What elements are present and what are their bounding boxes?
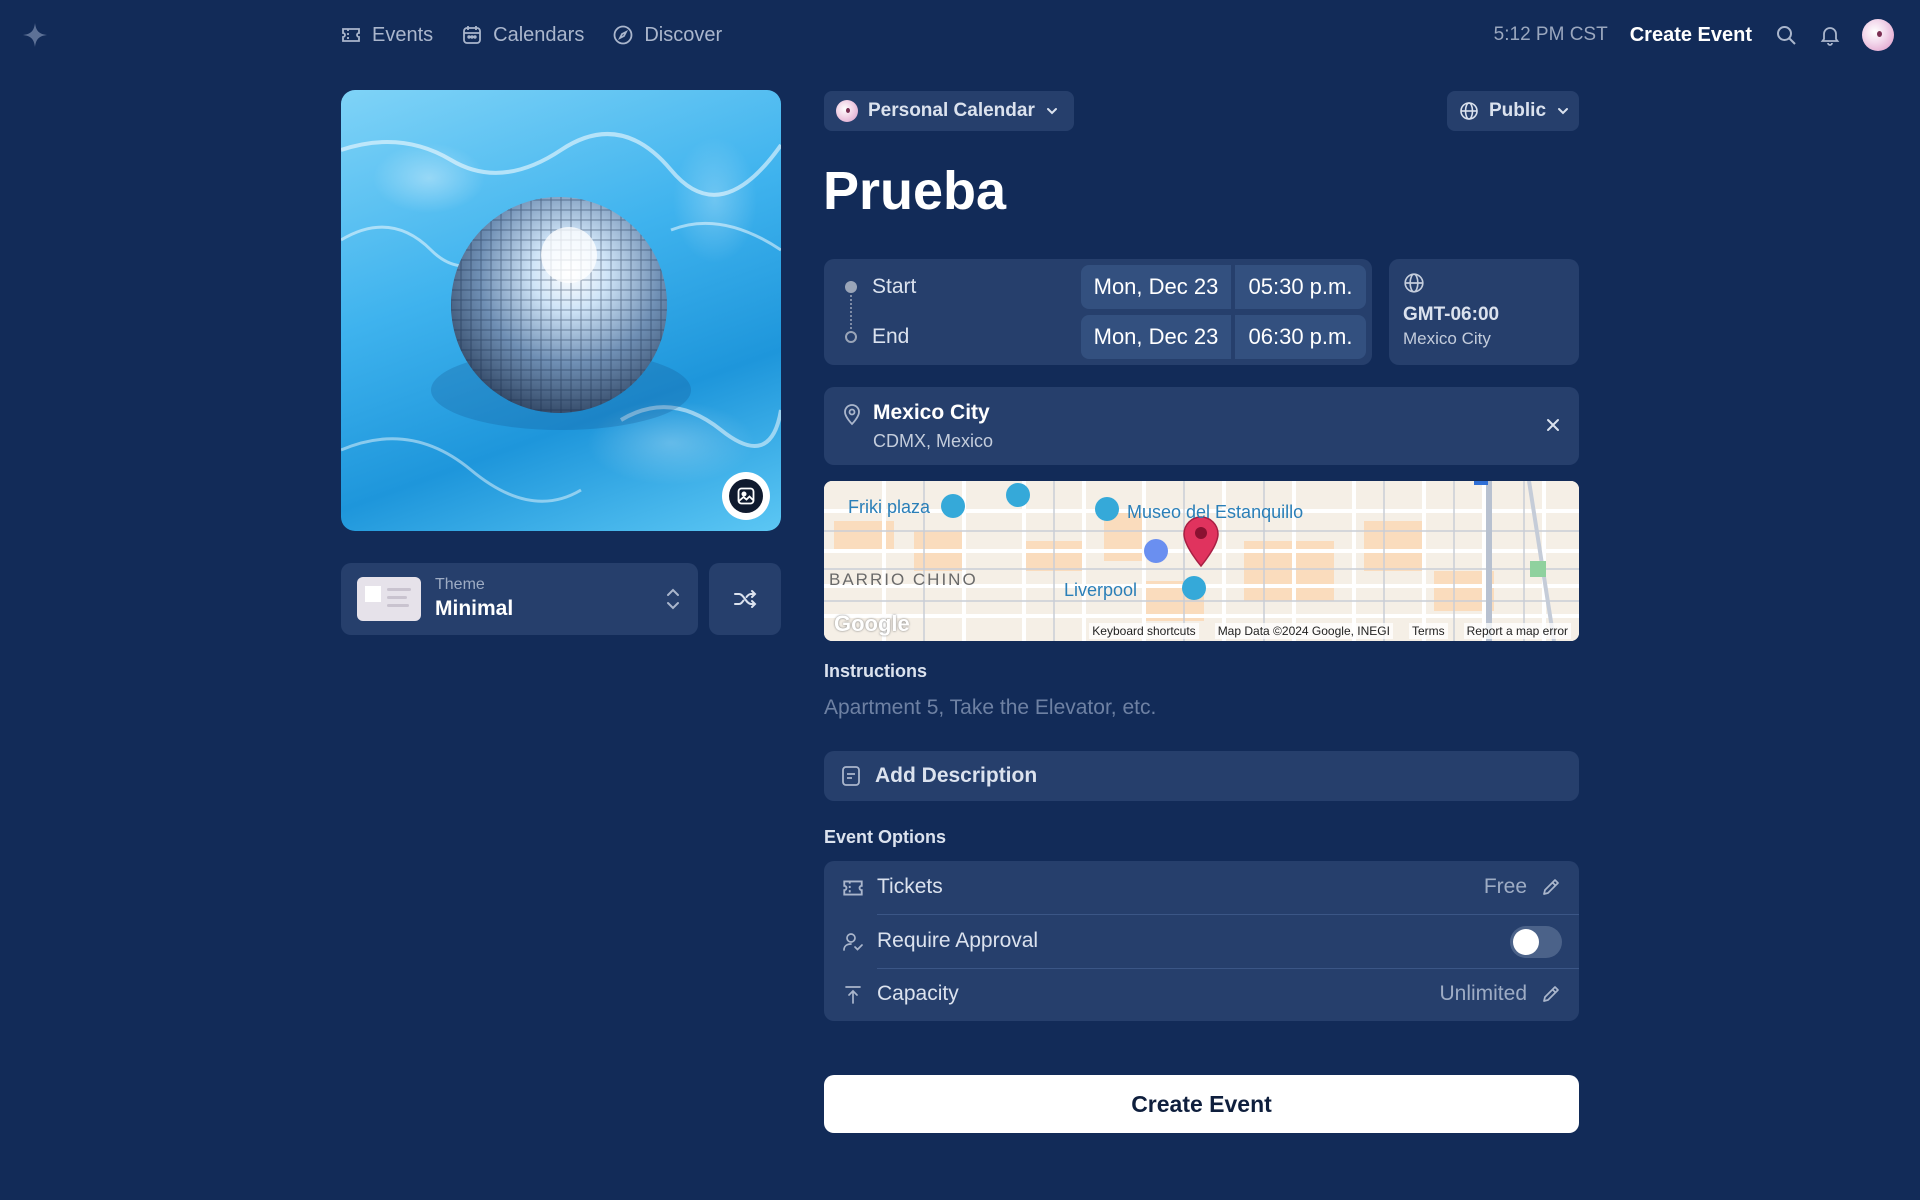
timezone-selector[interactable]: GMT-06:00 Mexico City — [1389, 259, 1579, 365]
instructions-label: Instructions — [824, 661, 928, 681]
event-title[interactable]: Prueba — [823, 160, 1006, 222]
instructions-input[interactable] — [824, 693, 1579, 723]
tickets-value: Free — [1483, 875, 1527, 898]
image-icon — [729, 479, 763, 513]
map-district-label: BARRIO CHINO — [829, 570, 978, 589]
calendar-avatar — [836, 100, 858, 122]
start-date-field[interactable]: Mon, Dec 23 — [1081, 265, 1231, 309]
map-data-attribution: Map Data ©2024 Google, INEGI — [1214, 623, 1393, 639]
top-bar: Events Calendars Discover 5:12 PM CST Cr… — [0, 0, 1920, 70]
user-avatar[interactable] — [1862, 19, 1894, 51]
chevron-down-icon — [1556, 104, 1570, 118]
create-event-button[interactable]: Create Event — [824, 1075, 1579, 1133]
tickets-option[interactable]: Tickets Free — [824, 861, 1579, 914]
map-keyboard-shortcuts-link[interactable]: Keyboard shortcuts — [1089, 623, 1199, 639]
event-options-panel: Tickets Free Require Approval Capacity U… — [824, 861, 1579, 1021]
search-icon[interactable] — [1774, 23, 1798, 47]
top-right-actions: 5:12 PM CST Create Event — [1494, 18, 1900, 52]
event-cover-image[interactable] — [341, 90, 781, 531]
add-description-label: Add Description — [875, 764, 1038, 787]
start-time-field[interactable]: 05:30 p.m. — [1235, 265, 1366, 309]
change-cover-button[interactable] — [722, 472, 770, 520]
timeline-connector — [850, 295, 852, 329]
timezone-offset: GMT-06:00 — [1403, 304, 1500, 325]
nav-events-label: Events — [372, 23, 434, 46]
nav-discover-label: Discover — [644, 23, 723, 46]
map-pin-icon — [841, 402, 863, 426]
location-field[interactable]: Mexico City CDMX, Mexico — [824, 387, 1579, 465]
nav-discover[interactable]: Discover — [612, 20, 722, 50]
document-icon — [841, 765, 861, 787]
ticket-icon — [841, 876, 865, 900]
visibility-label: Public — [1489, 100, 1547, 121]
start-label: Start — [872, 275, 917, 298]
end-label: End — [872, 325, 910, 348]
theme-label: Theme — [435, 576, 485, 593]
nav-calendars[interactable]: Calendars — [461, 20, 584, 50]
ticket-icon — [340, 24, 362, 46]
nav-calendars-label: Calendars — [493, 23, 585, 46]
close-icon[interactable] — [1541, 413, 1565, 437]
theme-preview-thumbnail — [357, 577, 421, 621]
location-subtitle: CDMX, Mexico — [873, 431, 994, 451]
timezone-city: Mexico City — [1403, 329, 1491, 348]
calendar-icon — [461, 24, 483, 46]
require-approval-label: Require Approval — [877, 929, 1039, 952]
map-place-label: Friki plaza — [848, 497, 931, 517]
add-description-button[interactable]: Add Description — [824, 751, 1579, 801]
map-footer: Keyboard shortcuts Map Data ©2024 Google… — [824, 621, 1579, 641]
compass-icon — [612, 24, 634, 46]
chevron-down-icon — [1045, 104, 1059, 118]
top-create-event-link[interactable]: Create Event — [1630, 24, 1752, 47]
current-time: 5:12 PM CST — [1493, 24, 1608, 45]
shuffle-theme-button[interactable] — [709, 563, 781, 635]
nav-events[interactable]: Events — [340, 20, 433, 50]
start-dot-icon — [845, 281, 857, 293]
map-place-label: Museo del Estanquillo — [1127, 502, 1304, 522]
calendar-select[interactable]: Personal Calendar — [824, 91, 1074, 131]
map-place-label: Liverpool — [1064, 580, 1138, 600]
theme-value: Minimal — [435, 597, 514, 620]
calendar-select-label: Personal Calendar — [868, 100, 1035, 121]
main-nav: Events Calendars Discover — [340, 20, 722, 50]
capacity-option[interactable]: Capacity Unlimited — [824, 968, 1579, 1021]
capacity-value: Unlimited — [1439, 982, 1527, 1005]
visibility-select[interactable]: Public — [1447, 91, 1579, 131]
datetime-panel: Start End Mon, Dec 23 05:30 p.m. Mon, De… — [824, 259, 1372, 365]
end-dot-icon — [845, 331, 857, 343]
capacity-label: Capacity — [877, 982, 959, 1005]
pencil-icon[interactable] — [1540, 876, 1562, 898]
end-time-field[interactable]: 06:30 p.m. — [1235, 315, 1366, 359]
map-terms-link[interactable]: Terms — [1408, 623, 1448, 639]
theme-selector[interactable]: Theme Minimal — [341, 563, 698, 635]
map-report-error-link[interactable]: Report a map error — [1463, 623, 1571, 639]
end-date-field[interactable]: Mon, Dec 23 — [1081, 315, 1231, 359]
location-name: Mexico City — [873, 401, 990, 424]
bell-icon[interactable] — [1818, 23, 1842, 47]
location-map[interactable]: Friki plaza Museo del Estanquillo Liverp… — [824, 481, 1579, 641]
pencil-icon[interactable] — [1540, 983, 1562, 1005]
chevron-up-down-icon — [664, 585, 682, 613]
tickets-label: Tickets — [877, 875, 943, 898]
globe-icon — [1459, 101, 1479, 121]
require-approval-option: Require Approval — [824, 915, 1579, 968]
globe-icon — [1403, 272, 1425, 294]
capacity-arrow-icon — [841, 983, 865, 1007]
require-approval-toggle[interactable] — [1510, 926, 1562, 958]
sparkle-logo-icon[interactable] — [20, 20, 50, 50]
shuffle-icon — [732, 586, 758, 612]
user-check-icon — [841, 930, 865, 954]
event-options-label: Event Options — [824, 827, 947, 847]
